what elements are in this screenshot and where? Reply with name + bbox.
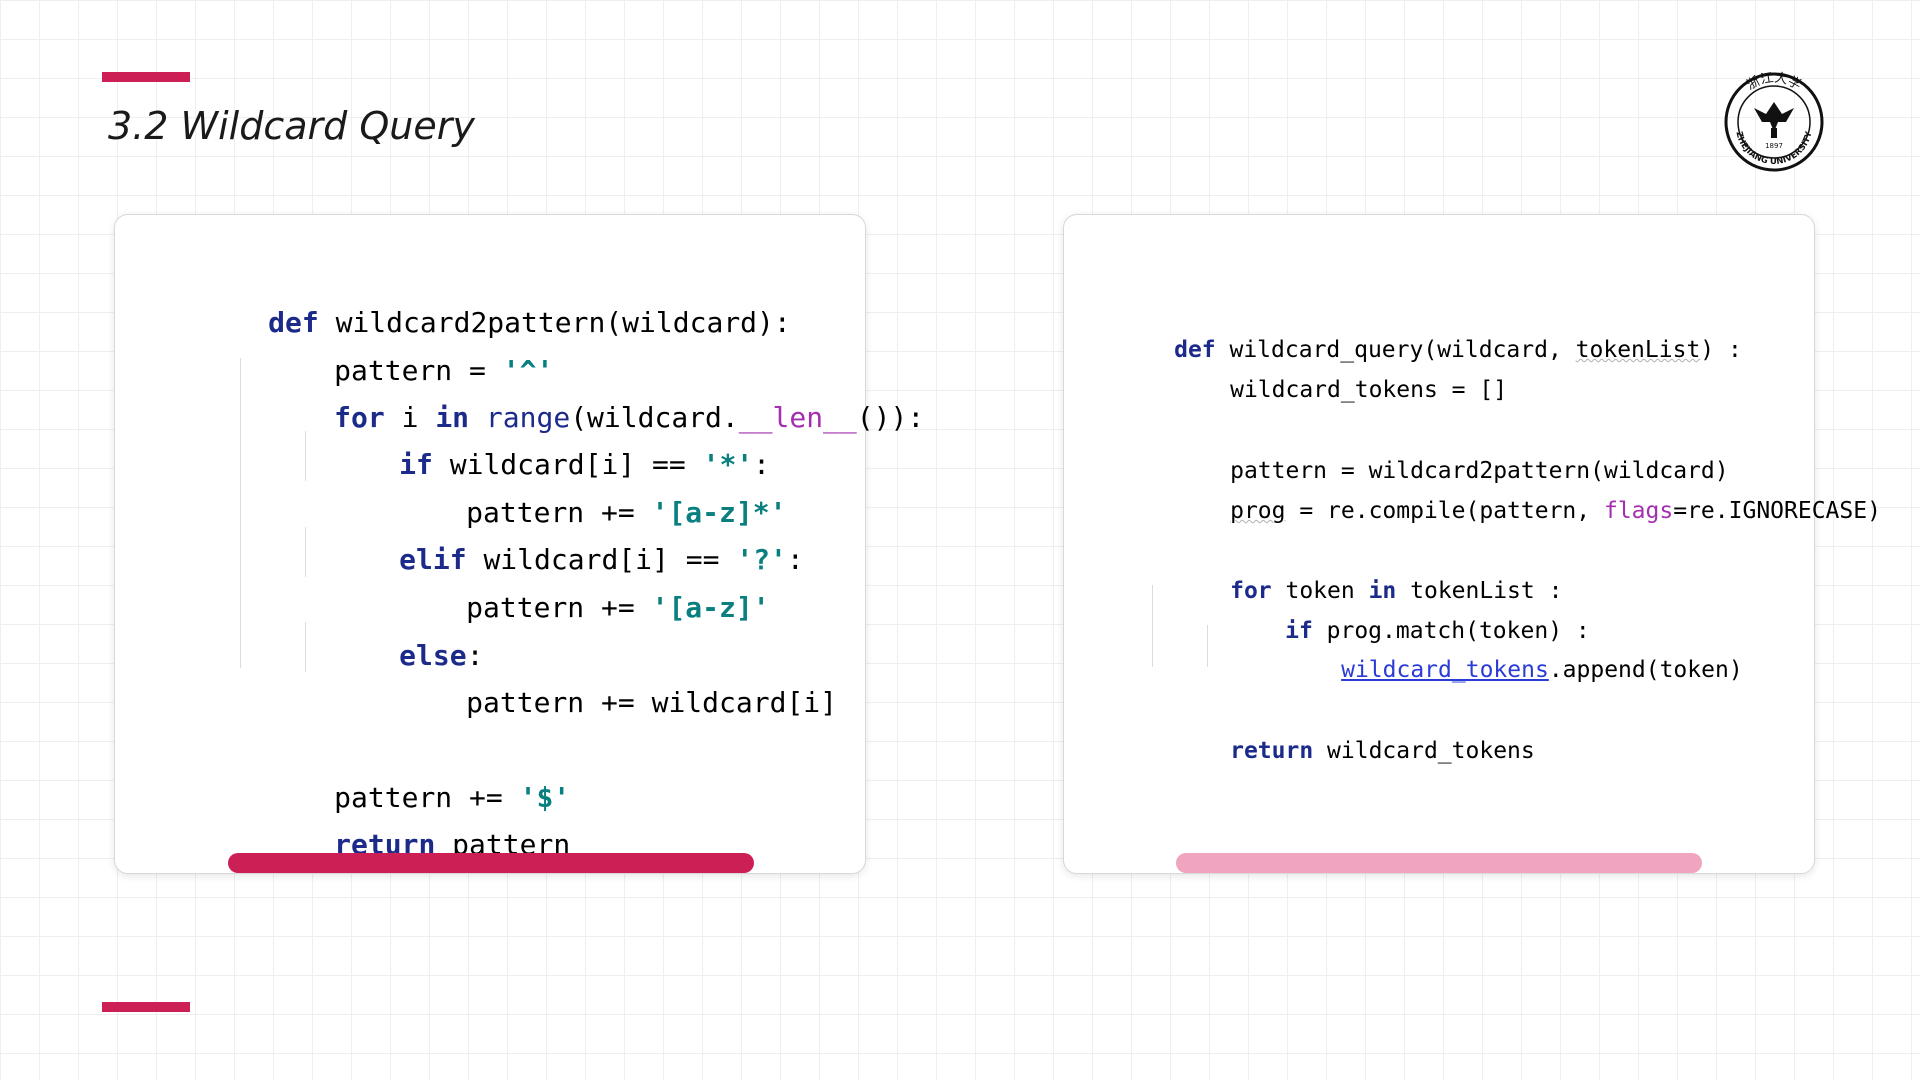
- code-line: return wildcard_tokens: [1147, 712, 1535, 790]
- code-link[interactable]: wildcard_tokens: [1341, 657, 1549, 683]
- zhejiang-university-logo-icon: 浙江大学 ZHEJIANG UNIVERSITY 1897: [1722, 70, 1826, 174]
- code-keyword-argument: flags: [1603, 498, 1674, 524]
- bottom-accent-bar: [102, 1002, 190, 1012]
- code-text: = re.compile(pattern,: [1285, 498, 1604, 524]
- code-text: pattern +=: [466, 591, 652, 624]
- code-line: prog = re.compile(pattern, flags=re.IGNO…: [1147, 472, 1881, 550]
- slide-title-text: Wildcard Query: [180, 104, 475, 148]
- slide-title: 3.2 Wildcard Query: [108, 104, 475, 148]
- code-text: prog: [1230, 498, 1286, 524]
- card-accent-bar: [1176, 853, 1702, 873]
- code-text: pattern += wildcard[i]: [466, 686, 838, 719]
- card-accent-bar: [228, 853, 754, 873]
- code-text: ()):: [856, 401, 925, 434]
- code-card-wildcard2pattern: def wildcard2pattern(wildcard): pattern …: [114, 214, 924, 874]
- code-line: return pattern: [233, 795, 570, 894]
- code-line: wildcard_tokens.append(token): [1258, 631, 1743, 709]
- top-accent-bar: [102, 72, 190, 82]
- code-keyword: return: [1230, 738, 1314, 764]
- code-text: wildcard_tokens = []: [1230, 377, 1508, 403]
- code-text: .append(token): [1548, 657, 1743, 683]
- logo-year: 1897: [1765, 142, 1783, 150]
- code-line: pattern += wildcard[i]: [365, 653, 837, 752]
- code-text: =re.IGNORECASE): [1673, 498, 1881, 524]
- code-text: tokenList: [1575, 337, 1701, 363]
- code-text: wildcard_tokens: [1313, 738, 1535, 764]
- code-text: :: [786, 543, 804, 576]
- slide-title-number: 3.2: [108, 104, 169, 148]
- code-card-wildcard-query: def wildcard_query(wildcard, tokenList) …: [1063, 214, 1881, 874]
- code-text: ) :: [1700, 337, 1742, 363]
- code-line: wildcard_tokens = []: [1147, 351, 1507, 429]
- code-string: '[a-z]': [651, 591, 770, 624]
